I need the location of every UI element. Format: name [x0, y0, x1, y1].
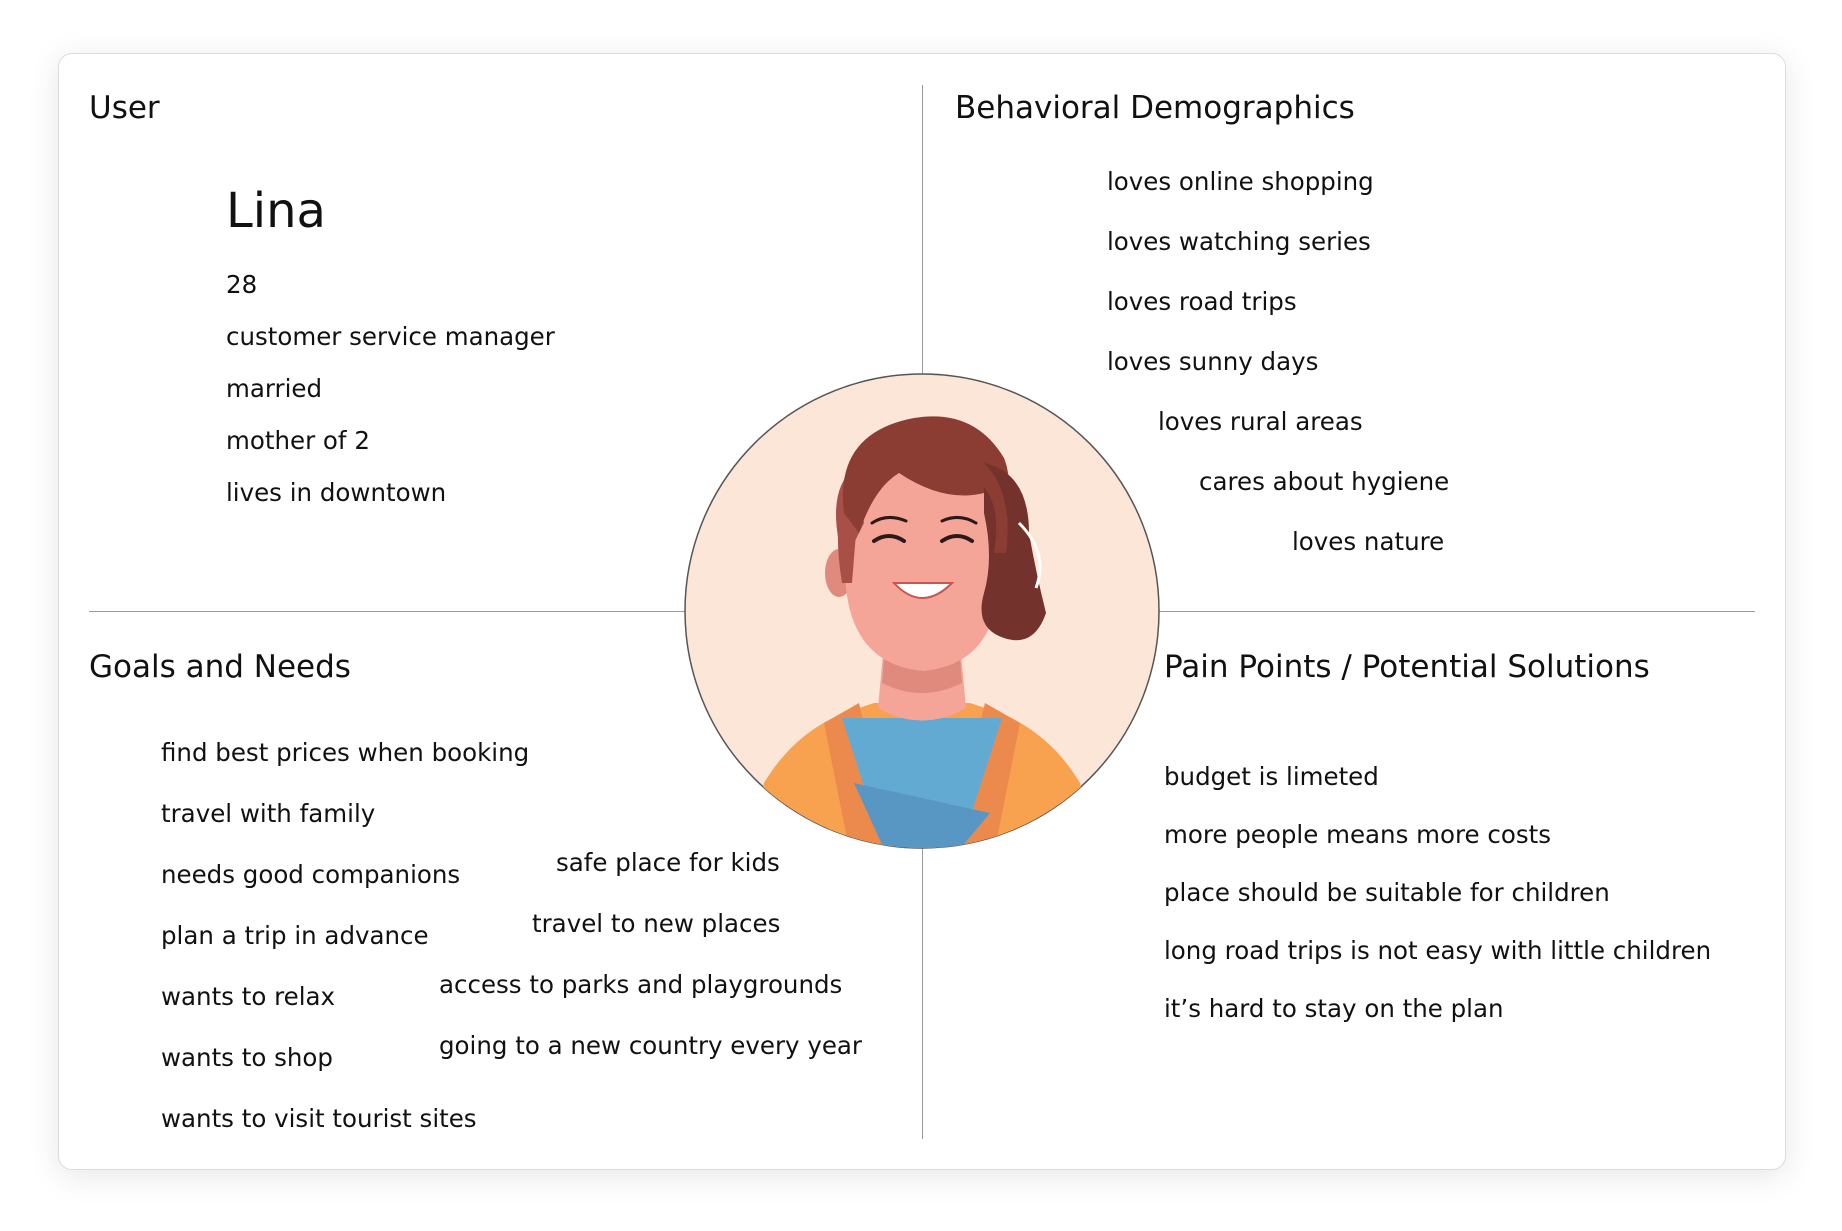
goal-item: find best prices when booking: [161, 738, 530, 767]
pain-point-item: long road trips is not easy with little …: [1164, 936, 1712, 965]
goal-item: wants to relax: [161, 982, 336, 1011]
goal-item: needs good companions: [161, 860, 461, 889]
user-occupation: customer service manager: [226, 322, 555, 351]
goal-item: travel to new places: [532, 909, 781, 938]
user-children: mother of 2: [226, 426, 370, 455]
pain-points-heading: Pain Points / Potential Solutions: [1164, 649, 1650, 685]
goal-item: wants to shop: [161, 1043, 333, 1072]
user-location: lives in downtown: [226, 478, 447, 507]
pain-point-item: more people means more costs: [1164, 820, 1551, 849]
behavior-item: loves online shopping: [1107, 167, 1374, 196]
pain-point-item: budget is limeted: [1164, 762, 1379, 791]
goal-item: safe place for kids: [556, 848, 780, 877]
behavior-item: loves road trips: [1107, 287, 1297, 316]
goal-item: going to a new country every year: [439, 1031, 862, 1060]
goal-item: travel with family: [161, 799, 376, 828]
goal-item: plan a trip in advance: [161, 921, 429, 950]
pain-point-item: place should be suitable for children: [1164, 878, 1610, 907]
user-age: 28: [226, 270, 258, 299]
goals-heading: Goals and Needs: [89, 649, 351, 685]
pain-point-item: it’s hard to stay on the plan: [1164, 994, 1504, 1023]
behavior-item: loves nature: [1292, 527, 1445, 556]
user-name: Lina: [226, 183, 326, 239]
behavior-item: loves rural areas: [1158, 407, 1363, 436]
goal-item: access to parks and playgrounds: [439, 970, 843, 999]
user-marital-status: married: [226, 374, 323, 403]
goal-item: wants to visit tourist sites: [161, 1104, 477, 1133]
behavior-item: loves watching series: [1107, 227, 1371, 256]
behavioral-heading: Behavioral Demographics: [955, 90, 1355, 126]
woman-avatar-icon: [684, 373, 1160, 849]
user-heading: User: [89, 90, 160, 126]
behavior-item: cares about hygiene: [1199, 467, 1450, 496]
